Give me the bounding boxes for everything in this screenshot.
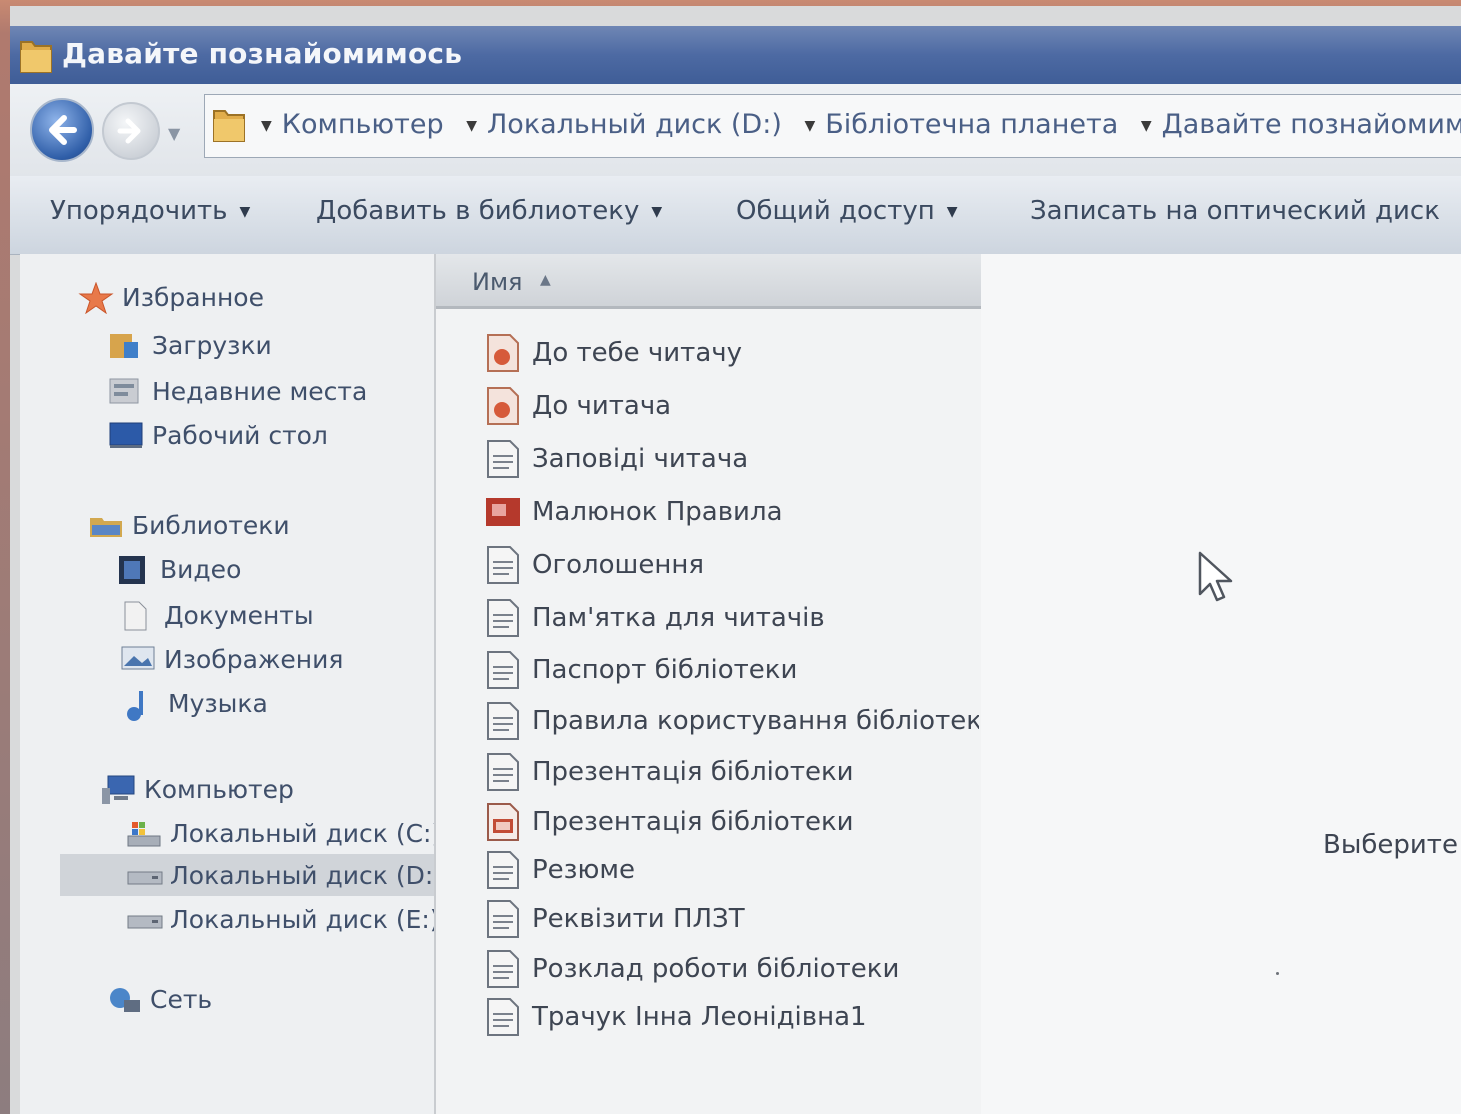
video-icon bbox=[116, 554, 152, 584]
document-icon bbox=[484, 752, 522, 792]
preview-pane: Выберите bbox=[981, 254, 1461, 1114]
documents-icon bbox=[120, 600, 156, 631]
back-button[interactable] bbox=[30, 98, 94, 162]
image-icon bbox=[484, 492, 522, 532]
file-item[interactable]: До читача bbox=[484, 383, 979, 429]
document-icon bbox=[484, 545, 522, 585]
history-dropdown-icon[interactable]: ▼ bbox=[168, 124, 180, 143]
command-bar: Упорядочить ▼ Добавить в библиотеку ▼ Общи… bbox=[10, 176, 1461, 255]
document-icon bbox=[484, 997, 522, 1037]
add-to-library-button[interactable]: Добавить в библиотеку ▼ bbox=[316, 196, 662, 226]
explorer-window: Давайте познайомимось ▼ ▼ Компьютер ▼ Лока… bbox=[10, 6, 1461, 1114]
chevron-down-icon: ▼ bbox=[651, 203, 663, 220]
downloads-folder-icon bbox=[108, 330, 144, 360]
nav-network[interactable]: Сеть bbox=[106, 984, 212, 1014]
chevron-down-icon: ▼ bbox=[946, 203, 958, 220]
nav-video[interactable]: Видео bbox=[116, 554, 241, 584]
forward-arrow-icon bbox=[117, 118, 141, 144]
window-title: Давайте познайомимось bbox=[62, 37, 463, 70]
document-icon bbox=[484, 598, 522, 638]
nav-libraries[interactable]: Библиотеки bbox=[88, 510, 290, 540]
back-arrow-icon bbox=[49, 115, 77, 145]
file-item[interactable]: Оголошення bbox=[484, 542, 979, 588]
chevron-down-icon[interactable]: ▼ bbox=[261, 118, 272, 134]
libraries-icon bbox=[88, 510, 124, 540]
mouse-cursor-icon bbox=[1197, 550, 1235, 608]
breadcrumb-item-disk-d[interactable]: ▼ Локальный диск (D:) bbox=[466, 109, 782, 140]
breadcrumb: ▼ Компьютер ▼ Локальный диск (D:) ▼ Бібліот… bbox=[261, 109, 1461, 140]
nav-disk-e[interactable]: Локальный диск (E:) bbox=[126, 904, 440, 934]
document-icon bbox=[484, 949, 522, 989]
slides-icon bbox=[484, 802, 522, 842]
recent-places-icon bbox=[108, 376, 144, 406]
nav-music[interactable]: Музыка bbox=[124, 688, 268, 721]
network-icon bbox=[106, 984, 142, 1014]
chevron-down-icon[interactable]: ▼ bbox=[466, 118, 477, 134]
file-item[interactable]: Заповіді читача bbox=[484, 436, 979, 482]
burn-button[interactable]: Записать на оптический диск bbox=[1030, 196, 1440, 226]
star-icon bbox=[78, 281, 114, 315]
sort-ascending-icon: ▲ bbox=[540, 272, 551, 288]
desktop-icon bbox=[108, 420, 144, 450]
column-header-name[interactable]: Имя ▲ bbox=[436, 254, 981, 309]
folder-icon bbox=[18, 36, 54, 80]
document-icon bbox=[484, 899, 522, 939]
breadcrumb-item-current[interactable]: ▼Давайте познайомимос bbox=[1141, 109, 1461, 140]
chevron-down-icon[interactable]: ▼ bbox=[804, 118, 815, 134]
document-icon bbox=[484, 701, 522, 741]
document-icon bbox=[484, 650, 522, 690]
presentation-icon bbox=[484, 386, 522, 426]
navigation-pane: Избранное Загрузки Недавние места Рабочи… bbox=[20, 254, 443, 1114]
nav-documents[interactable]: Документы bbox=[120, 600, 314, 631]
folder-icon bbox=[211, 105, 247, 149]
nav-favorites[interactable]: Избранное bbox=[78, 281, 264, 315]
file-item[interactable]: Резюме bbox=[484, 847, 979, 893]
chevron-down-icon[interactable]: ▼ bbox=[1141, 118, 1152, 134]
images-icon bbox=[120, 644, 156, 674]
computer-icon bbox=[100, 774, 136, 804]
drive-icon bbox=[126, 860, 163, 890]
file-item[interactable]: Презентація бібліотеки bbox=[484, 799, 979, 845]
address-bar[interactable]: ▼ Компьютер ▼ Локальный диск (D:) ▼ Бібліот… bbox=[204, 94, 1461, 158]
breadcrumb-item-computer[interactable]: ▼ Компьютер bbox=[261, 109, 444, 140]
file-item[interactable]: Презентація бібліотеки bbox=[484, 749, 979, 795]
file-item[interactable]: Малюнок Правила bbox=[484, 489, 979, 535]
file-item[interactable]: Паспорт бібліотеки bbox=[484, 647, 979, 693]
file-item[interactable]: Розклад роботи бібліотеки bbox=[484, 946, 979, 992]
file-item[interactable]: Реквізити ПЛЗТ bbox=[484, 896, 979, 942]
music-icon bbox=[124, 688, 160, 721]
organize-button[interactable]: Упорядочить ▼ bbox=[50, 196, 250, 226]
file-item[interactable]: Пам'ятка для читачів bbox=[484, 595, 979, 641]
chevron-down-icon: ▼ bbox=[239, 203, 251, 220]
nav-recent-places[interactable]: Недавние места bbox=[108, 376, 367, 406]
address-row: ▼ ▼ Компьютер ▼ Локальный диск (D:) ▼ Біблі… bbox=[10, 84, 1461, 177]
breadcrumb-item-library-planet[interactable]: ▼ Бібліотечна планета bbox=[804, 109, 1118, 140]
system-drive-icon bbox=[126, 818, 162, 848]
nav-computer[interactable]: Компьютер bbox=[100, 774, 294, 804]
presentation-icon bbox=[484, 333, 522, 373]
document-icon bbox=[484, 850, 522, 890]
drive-icon bbox=[126, 904, 163, 934]
nav-disk-c[interactable]: Локальный диск (C:) bbox=[126, 818, 441, 848]
file-item[interactable]: До тебе читачу bbox=[484, 330, 979, 376]
nav-downloads[interactable]: Загрузки bbox=[108, 330, 272, 360]
preview-message: Выберите bbox=[1323, 830, 1458, 860]
title-bar[interactable]: Давайте познайомимось bbox=[10, 26, 1461, 84]
document-icon bbox=[484, 439, 522, 479]
file-list: Имя ▲ До тебе читачу До читача Заповіді … bbox=[434, 254, 983, 1114]
nav-disk-d[interactable]: Локальный диск (D:) bbox=[60, 854, 443, 896]
screen-speck bbox=[1276, 972, 1279, 975]
file-item[interactable]: Трачук Інна Леонідівна1 bbox=[484, 994, 979, 1040]
file-item[interactable]: Правила користування бібліотеко bbox=[484, 698, 979, 744]
nav-desktop[interactable]: Рабочий стол bbox=[108, 420, 328, 450]
nav-images[interactable]: Изображения bbox=[120, 644, 343, 674]
forward-button[interactable] bbox=[102, 102, 160, 160]
share-button[interactable]: Общий доступ ▼ bbox=[736, 196, 958, 226]
